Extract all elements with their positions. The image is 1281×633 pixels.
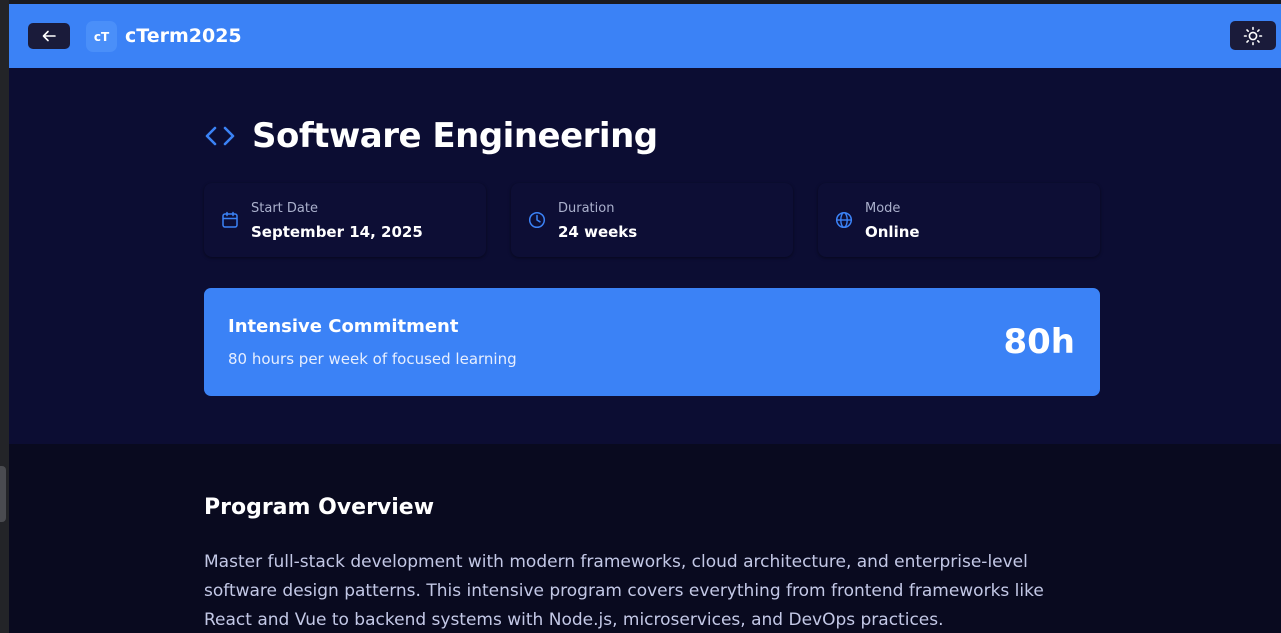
code-icon (205, 126, 235, 146)
arrow-left-icon (42, 30, 56, 42)
stat-label: Mode (865, 201, 901, 216)
commitment-hours: 80h (1003, 322, 1075, 362)
stat-value: September 14, 2025 (251, 223, 423, 241)
theme-toggle-button[interactable] (1230, 21, 1276, 50)
stat-label: Start Date (251, 201, 318, 216)
resize-handle[interactable] (0, 466, 6, 522)
stat-card-duration: Duration 24 weeks (511, 183, 793, 257)
top-header: cT cTerm2025 (9, 4, 1281, 68)
page-title: Software Engineering (252, 116, 658, 156)
stat-value: 24 weeks (558, 223, 638, 241)
globe-icon (835, 211, 853, 229)
stat-label: Duration (558, 201, 615, 216)
clock-icon (528, 211, 546, 229)
hero-section: Software Engineering Start Date Septembe… (9, 68, 1281, 444)
calendar-icon (222, 211, 238, 228)
back-button[interactable] (28, 23, 70, 49)
sun-icon (1243, 26, 1263, 45)
overview-title: Program Overview (204, 495, 435, 520)
app-window: cT cTerm2025 Software Engineering Start … (9, 4, 1281, 633)
stat-card-start-date: Start Date September 14, 2025 (204, 183, 486, 257)
commitment-card: Intensive Commitment 80 hours per week o… (204, 288, 1100, 396)
commitment-subtitle: 80 hours per week of focused learning (228, 350, 517, 368)
stat-card-mode: Mode Online (818, 183, 1100, 257)
brand-name[interactable]: cTerm2025 (125, 22, 242, 50)
overview-text: Master full-stack development with moder… (204, 552, 1044, 630)
window-side-strip (0, 0, 9, 633)
logo-badge[interactable]: cT (86, 21, 117, 52)
stat-value: Online (865, 223, 920, 241)
commitment-title: Intensive Commitment (228, 316, 459, 337)
title-row: Software Engineering (204, 116, 658, 156)
